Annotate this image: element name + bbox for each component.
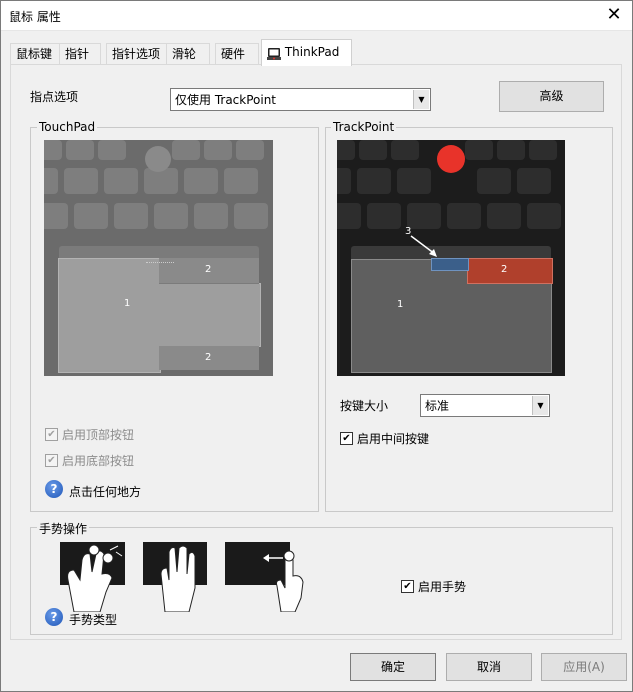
pointing-options-select[interactable]: 仅使用 TrackPoint ▼: [170, 88, 431, 111]
checkmark-icon: ✔: [403, 581, 412, 592]
gesture-types-link[interactable]: 手势类型: [69, 611, 117, 628]
touchpad-left-area: [58, 258, 161, 373]
touchpad-area-label-left: 1: [124, 298, 131, 309]
touchpad-area-label-top-right: 2: [205, 264, 212, 275]
tab-thinkpad[interactable]: ThinkPad: [261, 39, 352, 66]
enable-gestures-label: 启用手势: [418, 580, 467, 594]
checkmark-icon: ✔: [342, 433, 351, 444]
touchpad-group-label: TouchPad: [37, 120, 98, 134]
checkmark-icon: ✔: [47, 429, 56, 440]
trackpoint-right-area: [467, 258, 553, 284]
trackpoint-group-label: TrackPoint: [331, 120, 397, 134]
button-size-label: 按键大小: [340, 399, 389, 413]
button-size-select[interactable]: 标准 ▼: [420, 394, 550, 417]
tab-pointer-options[interactable]: 指针选项: [106, 43, 173, 64]
tab-mouse-buttons[interactable]: 鼠标键: [10, 43, 64, 64]
tap-anywhere-link[interactable]: 点击任何地方: [69, 483, 141, 500]
bottom-buttons-checkbox[interactable]: ✔: [45, 454, 58, 467]
close-button[interactable]: ✕: [595, 0, 633, 30]
middle-button-label: 启用中间按键: [357, 432, 430, 446]
apply-button[interactable]: 应用(A): [541, 653, 627, 681]
title-bar: [0, 0, 633, 31]
advanced-button[interactable]: 高级: [499, 81, 604, 112]
trackpoint-nub: [437, 145, 465, 173]
top-buttons-checkbox[interactable]: ✔: [45, 428, 58, 441]
enable-gestures-checkbox[interactable]: ✔: [401, 580, 414, 593]
trackpoint-area-label-right: 2: [501, 264, 508, 275]
trackpoint-diagram: 3 1 2: [337, 140, 565, 376]
dropdown-arrow-icon: ▼: [532, 396, 548, 415]
touchpad-diagram: 1 2 2: [44, 140, 273, 376]
middle-button-checkbox[interactable]: ✔: [340, 432, 353, 445]
tab-thinkpad-label: ThinkPad: [284, 45, 340, 59]
thinkpad-tab-icon: [267, 45, 281, 60]
trackpoint-area-label-middle: 3: [405, 226, 412, 237]
tab-pointers[interactable]: 指针: [59, 43, 101, 64]
gestures-group-label: 手势操作: [37, 520, 90, 537]
tab-hardware[interactable]: 硬件: [215, 43, 259, 64]
cancel-button[interactable]: 取消: [446, 653, 532, 681]
checkmark-icon: ✔: [47, 455, 56, 466]
window-title: 鼠标 属性: [9, 10, 61, 24]
dropdown-arrow-icon: ▼: [413, 90, 429, 109]
top-buttons-label: 启用顶部按钮: [62, 428, 135, 442]
ok-button[interactable]: 确定: [350, 653, 436, 681]
touchpad-area-label-bottom-right: 2: [205, 352, 212, 363]
pointing-options-label: 指点选项: [30, 90, 79, 104]
tab-wheel[interactable]: 滑轮: [166, 43, 210, 64]
close-icon: ✕: [606, 4, 622, 25]
help-icon[interactable]: ?: [45, 608, 63, 626]
button-size-value: 标准: [425, 399, 450, 413]
pointing-options-value: 仅使用 TrackPoint: [175, 93, 277, 107]
bottom-buttons-label: 启用底部按钮: [62, 454, 135, 468]
trackpoint-area-label-left: 1: [397, 299, 404, 310]
help-icon[interactable]: ?: [45, 480, 63, 498]
